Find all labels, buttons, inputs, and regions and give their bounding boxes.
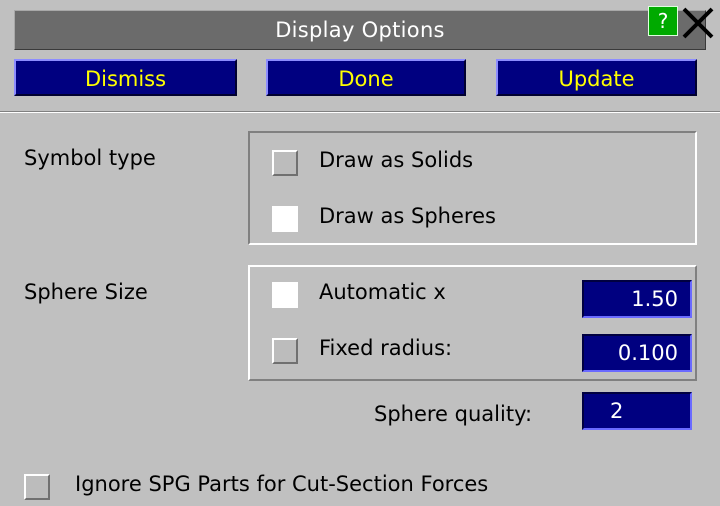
- draw-as-spheres-label: Draw as Spheres: [319, 204, 496, 228]
- fixed-radius-label: Fixed radius:: [319, 336, 453, 360]
- title-bar[interactable]: Display Options: [14, 10, 706, 50]
- automatic-label: Automatic x: [319, 280, 446, 304]
- toolbar-divider: [0, 111, 720, 113]
- done-button[interactable]: Done: [266, 59, 466, 96]
- sphere-quality-label: Sphere quality:: [374, 402, 533, 426]
- ignore-spg-checkbox[interactable]: [24, 474, 50, 500]
- display-options-window: Display Options ? Dismiss Done Update Sy…: [0, 0, 720, 506]
- fixed-radius-checkbox[interactable]: [272, 338, 298, 364]
- symbol-type-label: Symbol type: [24, 146, 156, 170]
- dismiss-button[interactable]: Dismiss: [14, 59, 237, 96]
- fixed-radius-field[interactable]: 0.100: [582, 334, 692, 372]
- draw-as-solids-label: Draw as Solids: [319, 148, 474, 172]
- automatic-checkbox[interactable]: [272, 282, 298, 308]
- draw-as-spheres-checkbox[interactable]: [272, 206, 298, 232]
- update-button[interactable]: Update: [496, 59, 697, 96]
- window-title: Display Options: [275, 18, 445, 42]
- ignore-spg-label: Ignore SPG Parts for Cut-Section Forces: [75, 472, 489, 496]
- sphere-quality-field[interactable]: 2: [582, 392, 692, 430]
- sphere-size-label: Sphere Size: [24, 280, 148, 304]
- close-icon[interactable]: [680, 6, 718, 40]
- draw-as-solids-checkbox[interactable]: [272, 150, 298, 176]
- help-button[interactable]: ?: [648, 6, 678, 36]
- automatic-scale-field[interactable]: 1.50: [582, 280, 692, 318]
